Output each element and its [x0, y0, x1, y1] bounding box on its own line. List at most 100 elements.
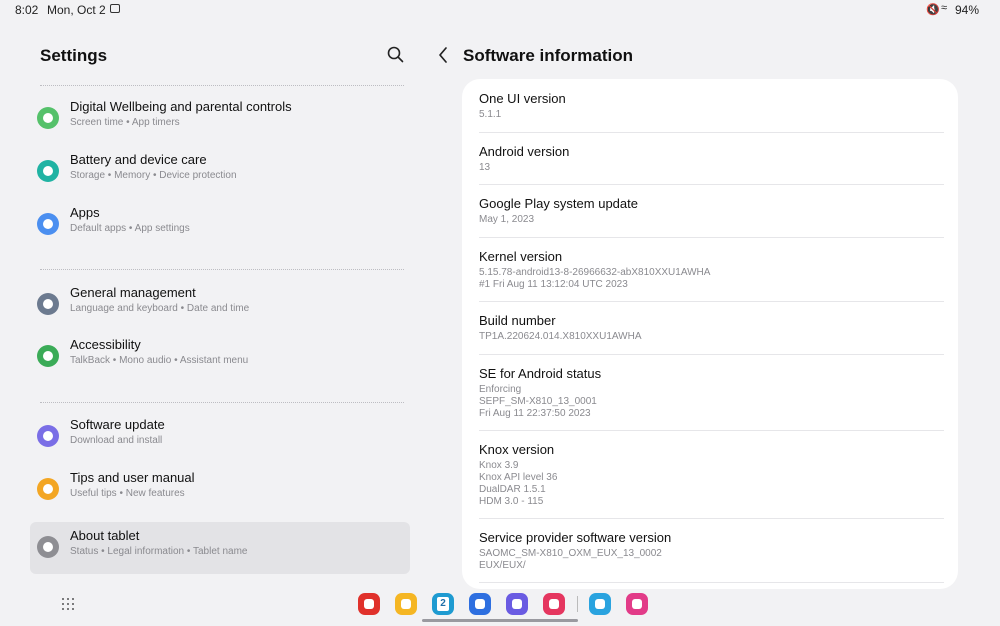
info-row-title: Service provider software version: [479, 530, 672, 545]
info-icon: [37, 536, 59, 558]
app-glyph: [401, 599, 411, 609]
sliders-icon: [37, 293, 59, 315]
info-row[interactable]: Kernel version 5.15.78-android13-8-269666…: [479, 237, 944, 291]
settings-item-software-update[interactable]: Software update Download and install: [30, 411, 410, 463]
info-row-value: 13: [479, 162, 491, 173]
settings-item-label: Digital Wellbeing and parental controls: [70, 99, 292, 114]
info-row[interactable]: Build number TP1A.220624.014.X810XXU1AWHA: [479, 301, 944, 343]
info-row[interactable]: Service provider software version SAOMC_S…: [479, 518, 944, 572]
settings-item-label: Accessibility: [70, 337, 141, 352]
icon-glyph: [43, 299, 53, 309]
app-glyph: [632, 599, 642, 609]
image-icon: [110, 4, 120, 13]
info-row-title: One UI version: [479, 91, 566, 106]
info-row-value: Enforcing SEPF_SM-X810_13_0001 Fri Aug 1…: [479, 384, 597, 419]
detail-title: Software information: [463, 46, 634, 65]
settings-item-subtitle: Status • Legal information • Tablet name: [70, 546, 248, 557]
telegram-icon[interactable]: [589, 593, 611, 615]
info-row-title: Google Play system update: [479, 196, 638, 211]
navigation-handle[interactable]: [422, 619, 578, 622]
app-glyph: [595, 599, 605, 609]
info-row-title: Kernel version: [479, 249, 563, 264]
app-glyph: [364, 599, 374, 609]
settings-item-lightbulb[interactable]: Tips and user manual Useful tips • New fe…: [30, 464, 410, 516]
flipboard-icon[interactable]: [358, 593, 380, 615]
digital-wellbeing-icon: [37, 107, 59, 129]
settings-item-label: About tablet: [70, 528, 140, 543]
info-row-title: Build number: [479, 313, 556, 328]
settings-item-subtitle: Useful tips • New features: [70, 488, 185, 499]
info-row-title: Android version: [479, 144, 570, 159]
info-row-value: TP1A.220624.014.X810XXU1AWHA: [479, 331, 642, 342]
settings-item-info[interactable]: About tablet Status • Legal information •…: [30, 522, 410, 574]
settings-item-subtitle: Screen time • App timers: [70, 117, 180, 128]
settings-item-sliders[interactable]: General management Language and keyboard …: [30, 279, 410, 331]
dock-separator: [577, 596, 578, 612]
icon-glyph: [43, 542, 53, 552]
info-row[interactable]: Android version 13: [479, 132, 944, 174]
settings-item-subtitle: Download and install: [70, 435, 163, 446]
blossom-icon[interactable]: [626, 593, 648, 615]
back-button[interactable]: [436, 45, 452, 65]
info-row-value: May 1, 2023: [479, 214, 535, 225]
info-row-value: Knox 3.9 Knox API level 36 DualDAR 1.5.1…: [479, 460, 558, 507]
app-drawer-button[interactable]: [62, 598, 74, 610]
settings-item-apps[interactable]: Apps Default apps • App settings: [30, 199, 410, 251]
page-title: Settings: [40, 46, 108, 65]
icon-glyph: [43, 113, 53, 123]
settings-item-label: Tips and user manual: [70, 470, 195, 485]
status-time: 8:02: [15, 3, 39, 17]
back-arrow-icon: [439, 47, 447, 63]
settings-item-subtitle: Storage • Memory • Device protection: [70, 170, 237, 181]
taskbar: 2: [0, 592, 1000, 626]
search-button[interactable]: [386, 45, 406, 65]
camera-icon[interactable]: [543, 593, 565, 615]
calendar-icon[interactable]: 2: [432, 593, 454, 615]
calendar-day: 2: [437, 597, 449, 611]
settings-item-accessibility[interactable]: Accessibility TalkBack • Mono audio • Ass…: [30, 331, 410, 383]
settings-item-label: General management: [70, 285, 196, 300]
device-care-icon: [37, 160, 59, 182]
status-bar: 8:02 Mon, Oct 2 🔇 ≈ 94%: [0, 0, 1000, 20]
info-row-value: 5.15.78-android13-8-26966632-abX810XXU1A…: [479, 267, 711, 290]
icon-glyph: [43, 166, 53, 176]
settings-item-label: Software update: [70, 417, 165, 432]
lightbulb-icon: [37, 478, 59, 500]
app-glyph: [512, 599, 522, 609]
app-glyph: [549, 599, 559, 609]
info-card: One UI version 5.1.1 Android version 13 Goog…: [462, 79, 958, 589]
info-row-value: 5.1.1: [479, 109, 502, 120]
my-files-icon[interactable]: [395, 593, 417, 615]
settings-item-subtitle: Language and keyboard • Date and time: [70, 303, 250, 314]
divider: [40, 269, 404, 270]
accessibility-icon: [37, 345, 59, 367]
row-divider: [479, 582, 944, 583]
info-row-title: SE for Android status: [479, 366, 602, 381]
settings-item-device-care[interactable]: Battery and device care Storage • Memory …: [30, 146, 410, 198]
settings-item-label: Battery and device care: [70, 152, 207, 167]
messages-icon[interactable]: [469, 593, 491, 615]
apps-icon: [37, 213, 59, 235]
search-icon: [387, 46, 404, 63]
info-row[interactable]: Google Play system update May 1, 2023: [479, 184, 944, 226]
info-row[interactable]: SE for Android status Enforcing SEPF_SM-X…: [479, 354, 944, 420]
settings-item-digital-wellbeing[interactable]: Digital Wellbeing and parental controls S…: [30, 93, 410, 145]
icon-glyph: [43, 219, 53, 229]
icon-glyph: [43, 484, 53, 494]
info-row-value: SAOMC_SM-X810_OXM_EUX_13_0002 EUX/EUX/: [479, 548, 662, 571]
battery-level: 94%: [955, 3, 980, 17]
settings-item-label: Apps: [70, 205, 100, 220]
divider: [40, 402, 404, 403]
settings-item-subtitle: TalkBack • Mono audio • Assistant menu: [70, 355, 249, 366]
software-update-icon: [37, 425, 59, 447]
info-row[interactable]: Knox version Knox 3.9 Knox API level 36 D…: [479, 430, 944, 508]
icon-glyph: [43, 351, 53, 361]
internet-icon[interactable]: [506, 593, 528, 615]
info-row-title: Knox version: [479, 442, 555, 457]
info-row[interactable]: One UI version 5.1.1: [479, 79, 944, 121]
divider: [40, 85, 404, 86]
app-glyph: [475, 599, 485, 609]
icon-glyph: [43, 431, 53, 441]
status-date: Mon, Oct 2: [47, 3, 106, 17]
wifi-icon: ≈: [941, 2, 948, 14]
